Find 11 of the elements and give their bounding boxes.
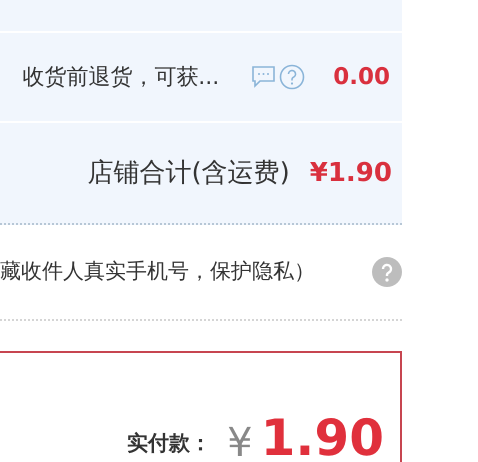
insurance-amount: 0.00: [333, 62, 390, 92]
store-total-label: 店铺合计(含运费): [87, 156, 290, 190]
insurance-description: 收货前退货，可获...: [22, 64, 220, 92]
payment-label: 实付款：: [127, 430, 212, 456]
chat-icon[interactable]: [251, 65, 278, 89]
privacy-note: 藏收件人真实手机号，保护隐私）: [0, 258, 315, 286]
help-icon[interactable]: [279, 64, 306, 90]
currency-symbol: ¥: [227, 423, 253, 462]
store-total-amount: ¥1.90: [310, 156, 392, 190]
help-icon[interactable]: [372, 257, 402, 287]
payment-amount: 1.90: [260, 413, 384, 462]
